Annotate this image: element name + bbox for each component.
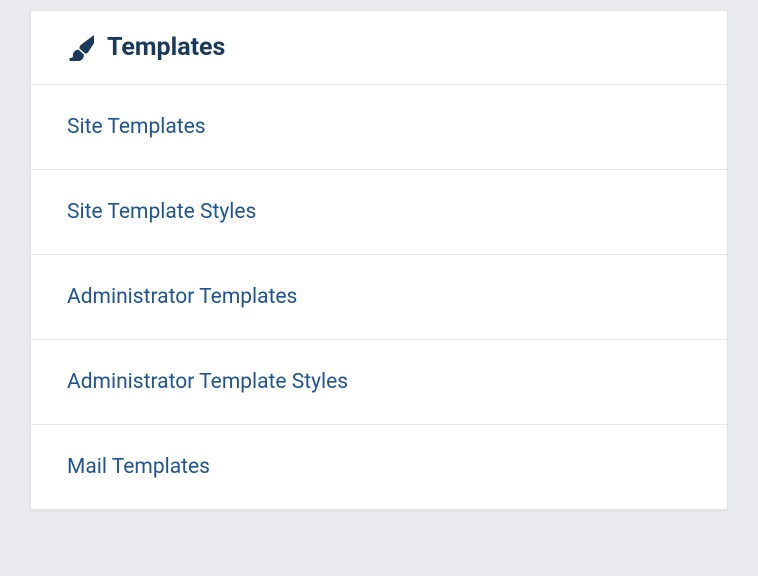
panel-title: Templates	[107, 33, 225, 62]
site-templates-link[interactable]: Site Templates	[31, 85, 727, 169]
mail-templates-link[interactable]: Mail Templates	[31, 425, 727, 509]
list-item: Site Template Styles	[31, 169, 727, 254]
list-item: Site Templates	[31, 84, 727, 169]
templates-list: Site Templates Site Template Styles Admi…	[31, 84, 727, 509]
list-item: Administrator Templates	[31, 254, 727, 339]
administrator-template-styles-link[interactable]: Administrator Template Styles	[31, 340, 727, 424]
templates-panel: Templates Site Templates Site Template S…	[30, 10, 728, 510]
list-item: Mail Templates	[31, 424, 727, 509]
list-item: Administrator Template Styles	[31, 339, 727, 424]
administrator-templates-link[interactable]: Administrator Templates	[31, 255, 727, 339]
panel-header: Templates	[31, 11, 727, 84]
site-template-styles-link[interactable]: Site Template Styles	[31, 170, 727, 254]
paint-brush-icon	[67, 34, 95, 62]
